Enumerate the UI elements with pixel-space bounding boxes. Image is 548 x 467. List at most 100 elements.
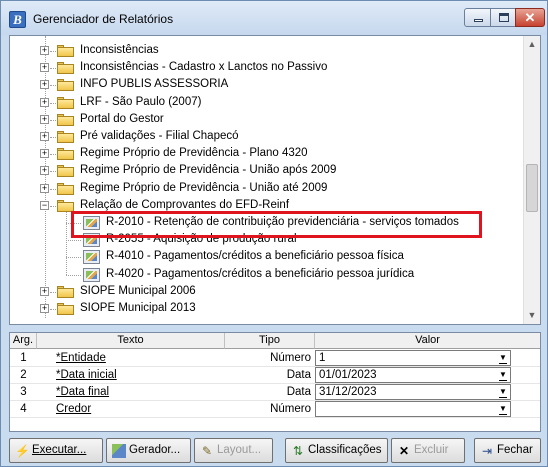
valor-dropdown[interactable]: 31/12/2023 ▼ [315,384,511,400]
valor-dropdown[interactable]: 1 ▼ [315,350,511,366]
scroll-up-icon[interactable]: ▲ [524,36,540,53]
tree-folder-item[interactable]: + Inconsistências - Cadastro x Lanctos no… [10,60,522,77]
minimize-icon [474,19,483,22]
tree-folder-item[interactable]: + INFO PUBLIS ASSESSORIA [10,77,522,94]
tree-item-label: Portal do Gestor [80,112,164,125]
tree-folder-item[interactable]: + Pré validações - Filial Chapecó [10,129,522,146]
scroll-thumb[interactable] [526,164,538,212]
tree-item-label: Regime Próprio de Previdência - União ap… [80,164,337,177]
dropdown-arrow-icon[interactable]: ▼ [496,385,510,399]
expand-icon[interactable]: + [40,63,49,73]
tree-folder-item[interactable]: + Regime Próprio de Previdência - União a… [10,181,522,198]
close-button[interactable]: ✕ [515,8,545,27]
dropdown-arrow-icon[interactable]: ▼ [496,402,510,416]
tree-folder-item[interactable]: − Relação de Comprovantes do EFD-Reinf [10,198,522,215]
grid-cell-arg: 1 [20,352,27,364]
tree-connector [50,102,56,104]
tree-report-item[interactable]: R-4020 - Pagamentos/créditos a beneficiá… [10,267,522,284]
exit-door-icon: ⇥ [481,444,493,458]
executar-label: Executar... [32,444,87,456]
expand-icon[interactable]: + [40,114,49,124]
expand-icon[interactable]: + [40,286,49,296]
grid-header-arg: Arg. [10,333,37,349]
excluir-button[interactable]: ✕ Excluir [391,438,465,463]
executar-button[interactable]: ⚡ Executar... [9,438,103,463]
report-icon [83,216,100,230]
tree-report-item[interactable]: R-2010 - Retenção de contribuição previd… [10,215,522,232]
layout-icon: ✎ [201,444,213,458]
report-tree[interactable]: + Inconsistências + Inconsistências - Cadas… [9,35,541,325]
folder-icon [57,285,74,298]
scroll-down-icon[interactable]: ▼ [524,307,540,324]
layout-button[interactable]: ✎ Layout... [194,438,273,463]
grid-cell-texto: Credor [56,403,92,415]
expand-icon[interactable]: + [40,46,49,55]
tree-report-item[interactable]: R-4010 - Pagamentos/créditos a beneficiá… [10,249,522,266]
tree-folder-item[interactable]: + SIOPE Municipal 2006 [10,284,522,301]
dropdown-arrow-icon[interactable]: ▼ [496,351,510,365]
tree-folder-item[interactable]: + SIOPE Municipal 2013 [10,301,522,318]
report-manager-window: B Gerenciador de Relatórios ✕ + Inconsist… [0,0,548,467]
valor-dropdown[interactable]: ▼ [315,401,511,417]
valor-text: 1 [319,352,326,364]
tree-connector [66,211,67,275]
valor-dropdown[interactable]: 01/01/2023 ▼ [315,367,511,383]
tree-connector [66,240,81,242]
gerador-button[interactable]: Gerador... [106,438,191,463]
expand-icon[interactable]: + [40,304,49,313]
grid-cell-tipo: Data [286,369,311,381]
tree-scrollbar[interactable]: ▲ ▼ [523,36,540,324]
tree-connector [50,119,56,121]
grid-cell-tipo: Número [270,352,311,364]
tree-item-label: R-4020 - Pagamentos/créditos a beneficiá… [106,267,415,280]
window-title: Gerenciador de Relatórios [33,12,174,26]
title-bar[interactable]: B Gerenciador de Relatórios ✕ [1,1,547,35]
grid-header-texto: Texto [37,333,225,349]
tree-item-label: R-4010 - Pagamentos/créditos a beneficiá… [106,250,404,263]
app-logo-icon: B [9,11,26,28]
grid-cell-arg: 3 [20,386,27,398]
expand-icon[interactable]: + [40,132,49,141]
tree-folder-item[interactable]: + LRF - São Paulo (2007) [10,95,522,112]
maximize-icon [499,13,509,22]
fechar-label: Fechar [497,444,533,456]
valor-text: 31/12/2023 [319,386,377,398]
tree-item-label: SIOPE Municipal 2006 [80,284,196,297]
expand-icon[interactable]: + [40,149,49,159]
tree-folder-item[interactable]: + Regime Próprio de Previdência - Plano 4… [10,146,522,163]
collapse-icon[interactable]: − [40,200,49,210]
tree-connector [50,171,56,173]
report-icon [83,233,100,248]
folder-icon [57,96,74,109]
excluir-label: Excluir [414,444,449,456]
tree-connector [50,188,56,190]
tree-item-label: Inconsistências - Cadastro x Lanctos no … [80,61,328,74]
maximize-button[interactable] [490,8,516,27]
fechar-button[interactable]: ⇥ Fechar [474,438,541,463]
expand-icon[interactable]: + [40,166,49,176]
tree-item-label: Relação de Comprovantes do EFD-Reinf [80,198,290,211]
layout-label: Layout... [217,444,262,456]
grid-cell-tipo: Número [270,403,311,415]
close-icon: ✕ [524,10,536,25]
report-generator-icon [112,444,126,458]
folder-icon [57,113,74,126]
tree-folder-item[interactable]: + Portal do Gestor [10,112,522,129]
tree-report-item[interactable]: R-2055 - Aquisição de produção rural [10,232,522,249]
tree-folder-item[interactable]: + Regime Próprio de Previdência - União a… [10,163,522,180]
minimize-button[interactable] [464,8,491,27]
tree-connector [50,154,56,156]
expand-icon[interactable]: + [40,183,49,193]
folder-icon [57,62,74,75]
dropdown-arrow-icon[interactable]: ▼ [496,368,510,382]
lightning-icon: ⚡ [15,444,30,458]
grid-cell-arg: 2 [20,369,27,381]
classificacoes-button[interactable]: ⇅ Classificações [285,438,388,463]
tree-folder-item[interactable]: + Inconsistências [10,43,522,60]
expand-icon[interactable]: + [40,97,49,107]
tree-item-label: Regime Próprio de Previdência - Plano 43… [80,147,308,160]
expand-icon[interactable]: + [40,80,49,90]
parameters-grid: Arg. Texto Tipo Valor 1 *Entidade Número 1 ▼… [9,332,541,432]
grid-header-tipo: Tipo [225,333,315,349]
tree-connector [66,274,81,276]
